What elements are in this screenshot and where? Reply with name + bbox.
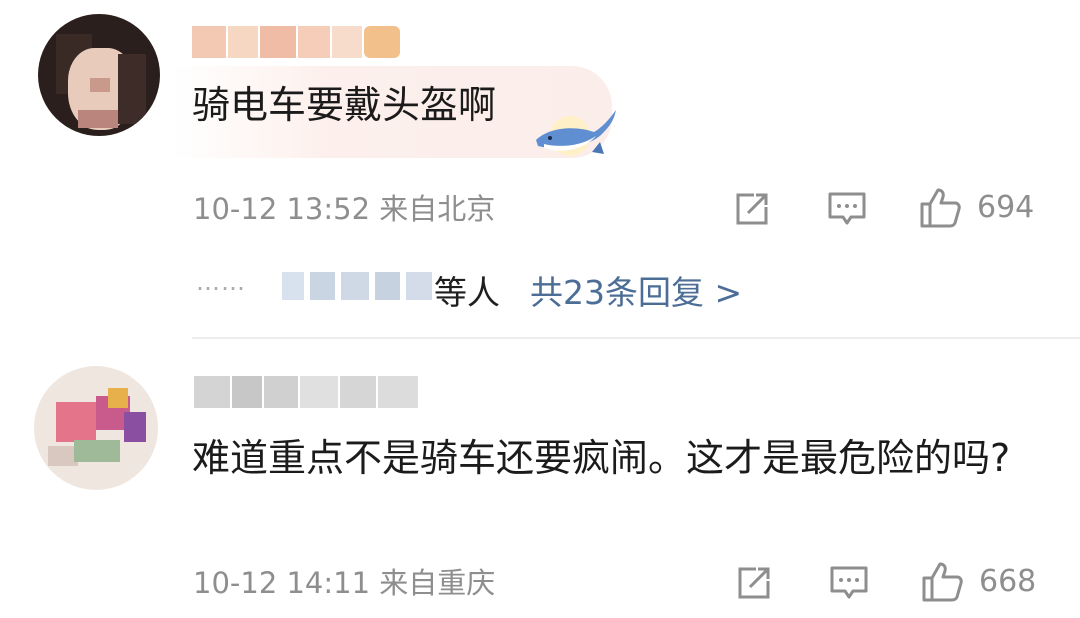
comment-icon[interactable] <box>826 189 868 229</box>
like-count: 668 <box>979 564 1037 599</box>
repost-icon[interactable] <box>732 189 772 229</box>
divider <box>192 337 1080 339</box>
like-count: 694 <box>977 190 1035 225</box>
replies-suffix: 等人 <box>434 273 500 312</box>
replier-names-blurred <box>282 272 432 300</box>
comment-meta: 10-12 13:52 来自北京 <box>193 192 495 226</box>
comment-text: 难道重点不是骑车还要疯闹。这才是最危险的吗? <box>192 436 1011 480</box>
comment-time: 10-12 14:11 <box>193 566 371 600</box>
comment-meta: 10-12 14:11 来自重庆 <box>193 566 495 600</box>
replies-ellipsis: …… <box>196 268 246 296</box>
comment-location: 来自重庆 <box>379 566 496 600</box>
username-blurred[interactable] <box>194 376 442 408</box>
thumbs-up-icon[interactable] <box>918 186 962 230</box>
thumbs-up-icon[interactable] <box>920 560 964 604</box>
avatar[interactable] <box>38 14 160 136</box>
comment-location: 来自北京 <box>379 192 496 226</box>
whale-sticker-icon <box>536 110 616 156</box>
comment-text: 骑电车要戴头盔啊 <box>192 83 497 127</box>
view-replies-link[interactable]: 共23条回复 > <box>530 266 742 314</box>
comment-time: 10-12 13:52 <box>193 192 371 226</box>
avatar[interactable] <box>34 366 158 490</box>
repost-icon[interactable] <box>734 563 774 603</box>
username-blurred[interactable] <box>192 26 400 58</box>
comment-icon[interactable] <box>828 563 870 603</box>
